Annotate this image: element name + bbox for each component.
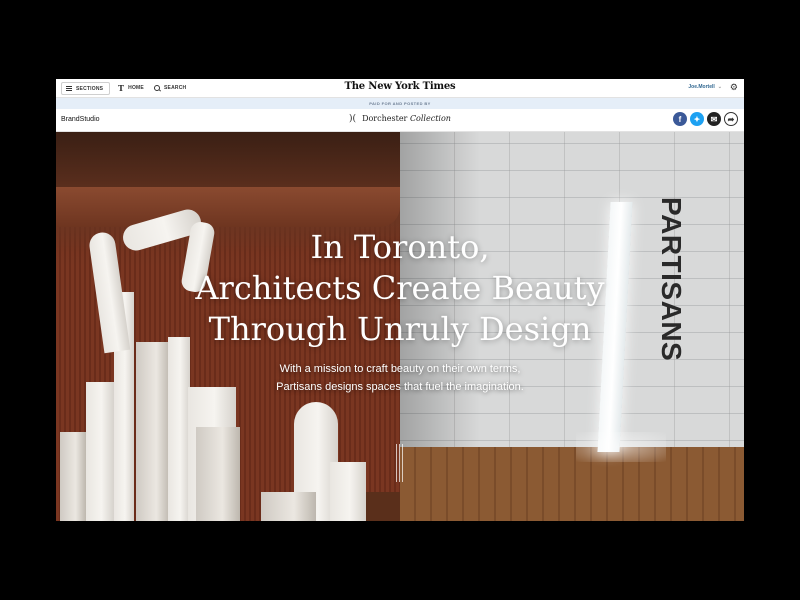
hero-headline: In Toronto, Architects Create Beauty Thr…	[56, 227, 744, 350]
browser-page: SECTIONS T HOME SEARCH The New York Time…	[56, 79, 744, 521]
model-block-f	[196, 427, 240, 521]
brand-studio-bar: BrandStudio )(Dorchester Collection f ✦ …	[56, 109, 744, 132]
nyt-masthead-logo[interactable]: The New York Times	[56, 81, 744, 92]
headline-line: Through Unruly Design	[56, 309, 744, 350]
email-share-icon[interactable]: ✉	[707, 112, 721, 126]
user-menu[interactable]: Joe.Mortell ⌄	[688, 84, 722, 90]
dek-line: Partisans designs spaces that fuel the i…	[56, 378, 744, 396]
divider-lines	[396, 444, 406, 482]
more-share-icon[interactable]: ➦	[724, 112, 738, 126]
headline-line: Architects Create Beauty	[56, 268, 744, 309]
model-block-d	[86, 382, 114, 521]
top-navigation: SECTIONS T HOME SEARCH The New York Time…	[56, 79, 744, 98]
user-name: Joe.Mortell	[688, 84, 714, 90]
light-glow	[576, 432, 666, 462]
share-tools: f ✦ ✉ ➦	[673, 112, 738, 126]
wood-floor	[400, 447, 744, 521]
facebook-share-icon[interactable]: f	[673, 112, 687, 126]
sponsor-logo[interactable]: )( Dorchester Collection	[56, 114, 744, 124]
headline-line: In Toronto,	[56, 227, 744, 268]
hero-dek: With a mission to craft beauty on their …	[56, 360, 744, 396]
twitter-share-icon[interactable]: ✦	[690, 112, 704, 126]
curved-bench	[56, 187, 400, 227]
sponsor-name-second: Collection	[410, 114, 451, 123]
dek-line: With a mission to craft beauty on their …	[56, 360, 744, 378]
model-block-g	[330, 462, 366, 521]
model-block-c	[60, 432, 86, 521]
dorchester-logo-icon: )(	[349, 114, 356, 124]
chevron-down-icon: ⌄	[718, 84, 722, 90]
model-block-h	[261, 492, 316, 521]
hero-image: PARTISANS In Toronto, Architects Create …	[56, 132, 744, 521]
paid-post-bar: PAID FOR AND POSTED BY	[56, 98, 744, 109]
sponsor-name-first: Dorchester	[362, 114, 407, 123]
gear-icon[interactable]: ⚙	[730, 82, 738, 93]
